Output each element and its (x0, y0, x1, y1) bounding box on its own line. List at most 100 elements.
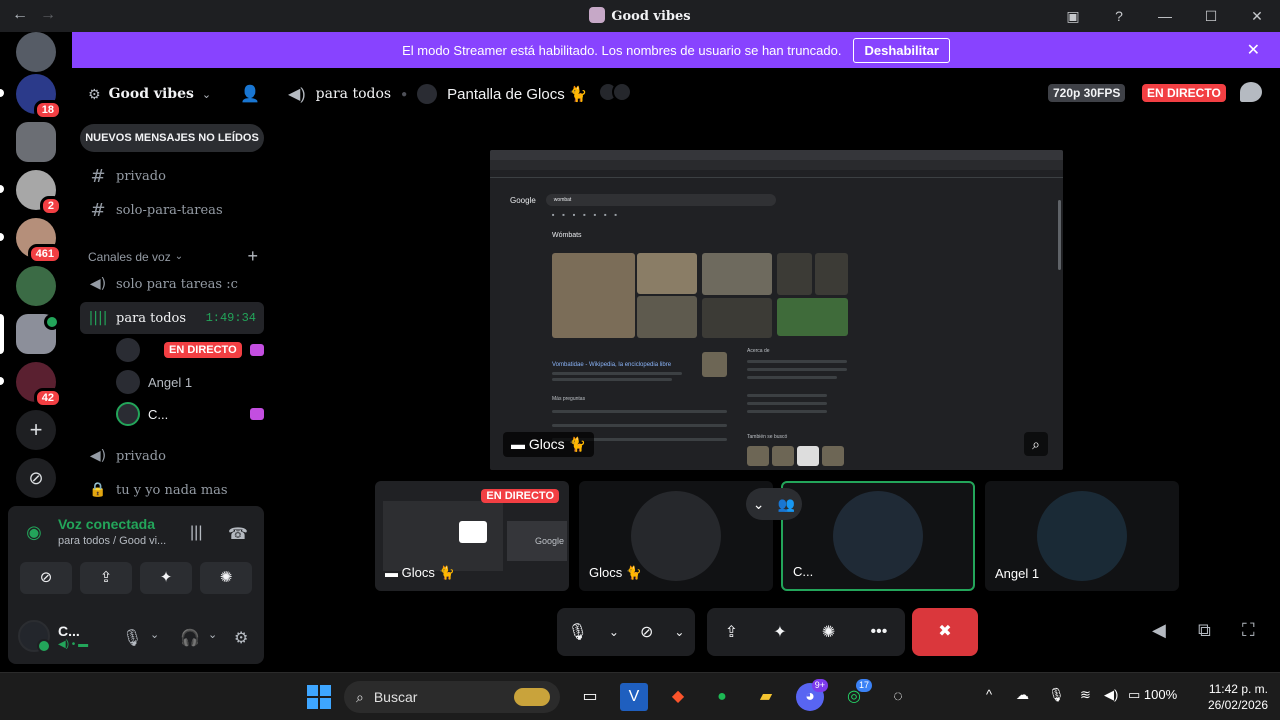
thumbnail (702, 352, 727, 377)
headphones-icon[interactable]: 🎧 (180, 628, 200, 648)
server-icon[interactable] (16, 122, 56, 162)
voice-channel-privado[interactable]: ◀) privado (88, 442, 264, 470)
participant-tile[interactable]: Angel 1 (985, 481, 1179, 591)
notification-badge: 17 (855, 679, 872, 692)
volume-icon[interactable]: ◀ (1152, 620, 1166, 641)
microphone-icon[interactable]: 🎙 (568, 622, 588, 642)
camera-off-icon[interactable]: ⊘ (640, 622, 653, 642)
chevron-down-icon[interactable]: ⌄ (674, 625, 684, 639)
chevron-down-icon[interactable]: ⌄ (609, 625, 619, 639)
microphone-tray-icon[interactable]: 🎙 (1048, 687, 1065, 703)
server-icon[interactable]: 42 (0, 362, 62, 408)
explore-icon[interactable]: ⊘ (16, 458, 56, 498)
voice-user-name: C... (148, 406, 169, 422)
taskbar-search[interactable]: ⌕ Buscar (344, 681, 560, 713)
minimize-icon[interactable]: — (1142, 8, 1188, 24)
live-badge: EN DIRECTO (481, 489, 559, 503)
server-icon[interactable]: 461 (0, 218, 62, 264)
viewer-avatars[interactable] (597, 81, 632, 107)
voice-channel-solo-para-tareas[interactable]: ◀) solo para tareas :c (88, 270, 264, 298)
chevron-down-icon[interactable]: ⌄ (208, 628, 217, 641)
battery-icon[interactable]: ▭ 100% (1128, 687, 1177, 703)
participant-tile[interactable]: C... (781, 481, 975, 591)
current-server-icon[interactable] (0, 314, 60, 354)
mention-badge: 2 (39, 196, 62, 216)
voice-channel-para-todos[interactable]: |||| para todos 1:49:34 (80, 302, 264, 334)
participant-tile[interactable]: Google EN DIRECTO ▬ Glocs 🐈 (375, 481, 569, 591)
end-call-button[interactable]: ✖ (912, 608, 978, 656)
channel-privado[interactable]: # privado (88, 162, 264, 190)
brave-browser-icon[interactable]: ◆ (664, 683, 692, 711)
clock[interactable]: 11:42 p. m. 26/02/2026 (1208, 681, 1268, 713)
user-panel: ◉ Voz conectada para todos / Good vi... … (8, 506, 264, 664)
voice-user[interactable]: C... (116, 400, 264, 428)
popout-icon[interactable]: ⧉ (1198, 620, 1211, 641)
stage-channel-name: para todos (315, 86, 392, 102)
server-icon[interactable] (16, 32, 56, 72)
network-warning-icon[interactable]: ☁ (1016, 687, 1029, 703)
stream-quality-badge: 720p 30FPS (1048, 84, 1126, 102)
file-explorer-icon[interactable]: ▰ (752, 683, 780, 711)
chat-bubble-icon[interactable] (1240, 82, 1262, 102)
video-thumbnail (777, 298, 848, 336)
fullscreen-icon[interactable]: ⛶ (1242, 620, 1255, 641)
voice-channel-tu-y-yo[interactable]: 🔒 tu y yo nada mas (88, 476, 264, 504)
invite-user-icon[interactable]: 👤 (240, 84, 260, 104)
people-icon: 👥 (777, 495, 796, 512)
server-icon[interactable]: 18 (0, 74, 62, 120)
action-controls: ⇪ ✦ ✺ ••• (707, 608, 905, 656)
app-icon[interactable]: ◌ (884, 683, 912, 711)
guild-settings-icon: ⚙ (88, 85, 101, 102)
collapse-participants-button[interactable]: ⌄ 👥 (746, 488, 802, 520)
avatar (417, 84, 438, 104)
share-screen-icon[interactable]: ⇪ (725, 622, 738, 642)
discord-icon[interactable]: ◕ 9+ (796, 679, 828, 711)
close-window-icon[interactable]: ✕ (1234, 8, 1280, 25)
channel-solo-para-tareas[interactable]: # solo-para-tareas (88, 196, 264, 224)
inbox-icon[interactable]: ▣ (1050, 8, 1096, 25)
disable-streamer-button[interactable]: Deshabilitar (853, 37, 950, 63)
avatar (1037, 491, 1127, 581)
server-icon[interactable] (16, 266, 56, 306)
show-hidden-icons[interactable]: ^ (986, 687, 992, 702)
zoom-icon[interactable]: ⌕ (1024, 432, 1048, 456)
app-icon[interactable]: V (620, 683, 648, 711)
user-info[interactable]: C... ◀) • ▬ 🎙 ⌄ 🎧 ⌄ ⚙ (18, 616, 258, 656)
add-channel-icon[interactable]: + (247, 246, 258, 267)
microphone-icon[interactable]: 🎙 (122, 628, 142, 648)
share-screen-button[interactable]: ⇪ (80, 562, 132, 594)
screen-share-stream[interactable]: Google wombat ■ ■ ■ ■ ■ ■ ■ Wómbats Vombatidae… (490, 150, 1063, 470)
stream-title: Pantalla de Glocs 🐈 (447, 86, 588, 103)
voice-connection[interactable]: ◉ Voz conectada para todos / Good vi... (20, 516, 166, 547)
spotify-icon[interactable]: ● (708, 683, 736, 711)
server-icon[interactable]: 2 (0, 170, 62, 216)
soundboard-icon[interactable]: ✺ (822, 622, 835, 642)
activities-button[interactable]: ✦ (140, 562, 192, 594)
help-icon[interactable]: ? (1096, 8, 1142, 24)
wifi-icon[interactable]: ≋ (1080, 687, 1091, 703)
channel-label: privado (116, 168, 166, 184)
participant-tile[interactable]: Glocs 🐈 (579, 481, 773, 591)
task-view-icon[interactable]: ▭ (576, 683, 604, 711)
camera-off-button[interactable]: ⊘ (20, 562, 72, 594)
maximize-icon[interactable]: ☐ (1188, 8, 1234, 25)
volume-tray-icon[interactable]: ◀) (1104, 687, 1118, 703)
close-banner-icon[interactable]: ✕ (1247, 40, 1260, 60)
soundboard-button[interactable]: ✺ (200, 562, 252, 594)
voice-section-header[interactable]: Canales de voz ⌄ + (88, 246, 258, 267)
noise-suppression-icon[interactable]: ||| (190, 524, 202, 542)
add-server-icon[interactable]: + (16, 410, 56, 450)
voice-user[interactable]: EN DIRECTO (116, 336, 264, 364)
disconnect-icon[interactable]: ☎ (228, 524, 248, 544)
voice-user[interactable]: Angel 1 (116, 368, 264, 396)
more-options-icon[interactable]: ••• (871, 623, 888, 641)
whatsapp-icon[interactable]: ◎ 17 (840, 679, 872, 711)
activities-icon[interactable]: ✦ (773, 622, 786, 642)
chevron-down-icon[interactable]: ⌄ (150, 628, 159, 641)
browser-bookmarks (490, 170, 1063, 178)
settings-gear-icon[interactable]: ⚙ (234, 628, 248, 648)
scrollbar[interactable] (1058, 200, 1061, 270)
windows-start-icon[interactable] (307, 685, 331, 709)
unread-pill (0, 89, 4, 97)
new-messages-button[interactable]: NUEVOS MENSAJES NO LEÍDOS (80, 124, 264, 152)
